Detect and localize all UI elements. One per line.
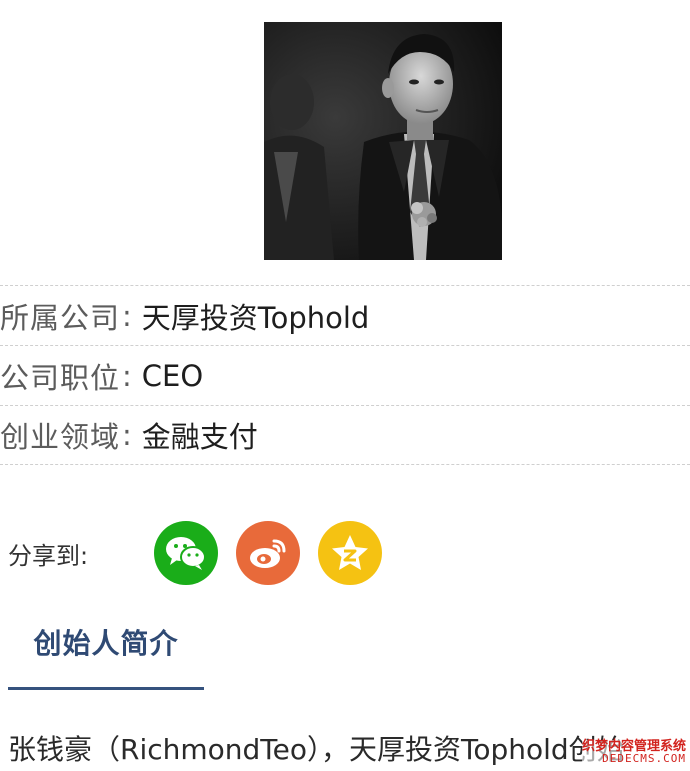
founder-photo-image bbox=[264, 22, 502, 260]
watermark-cn: 织梦内容管理系统 bbox=[581, 738, 686, 754]
share-qzone-button[interactable] bbox=[318, 521, 382, 585]
info-label: 所属公司 bbox=[0, 300, 121, 335]
profile-info-list: 所属公司: 天厚投资Tophold 公司职位: CEO 创业领域: 金融支付 bbox=[0, 285, 690, 465]
share-bar: 分享到: bbox=[8, 520, 400, 586]
info-value-position: CEO bbox=[141, 358, 204, 393]
qzone-icon bbox=[332, 535, 368, 570]
info-colon: : bbox=[122, 418, 132, 452]
info-row-field: 创业领域: 金融支付 bbox=[0, 405, 690, 465]
site-watermark: 织梦内容管理系统 DEDECMS.COM bbox=[581, 738, 686, 765]
tab-founder-intro[interactable]: 创始人简介 bbox=[8, 622, 204, 690]
info-label: 公司职位 bbox=[0, 360, 121, 395]
info-value-company: 天厚投资Tophold bbox=[141, 300, 370, 335]
weibo-icon bbox=[250, 539, 286, 568]
info-row-position: 公司职位: CEO bbox=[0, 345, 690, 405]
tab-founder-intro-label: 创始人简介 bbox=[33, 627, 179, 660]
info-label: 创业领域 bbox=[0, 420, 121, 454]
share-label: 分享到: bbox=[8, 541, 89, 570]
info-colon: : bbox=[122, 298, 132, 333]
info-colon: : bbox=[122, 358, 132, 393]
wechat-icon bbox=[166, 537, 206, 570]
info-value-field: 金融支付 bbox=[141, 420, 258, 454]
share-weibo-button[interactable] bbox=[236, 521, 300, 585]
share-wechat-button[interactable] bbox=[154, 521, 218, 585]
info-row-company: 所属公司: 天厚投资Tophold bbox=[0, 285, 690, 345]
watermark-en: DEDECMS.COM bbox=[581, 753, 686, 765]
founder-photo bbox=[264, 22, 502, 260]
